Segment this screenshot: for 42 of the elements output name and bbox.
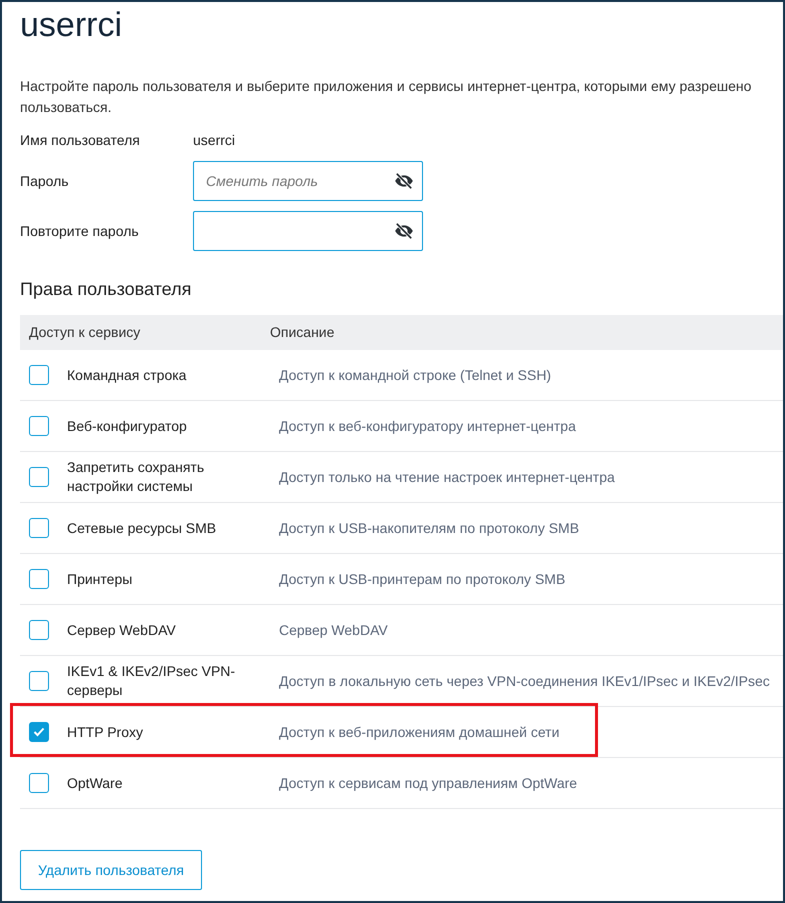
service-description: Доступ только на чтение настроек интернет-центра: [279, 468, 615, 487]
service-name: OptWare: [67, 774, 124, 792]
delete-user-button[interactable]: Удалить пользователя: [20, 850, 202, 890]
service-name: HTTP Proxy: [67, 722, 144, 742]
section-heading: Права пользователя: [20, 278, 192, 301]
service-name: Сетевые ресурсы SMB: [67, 518, 218, 538]
service-description: Доступ к сервисам под управлениям OptWare: [279, 774, 578, 793]
service-description: Сервер WebDAV: [279, 620, 388, 640]
checkbox[interactable]: [29, 671, 49, 691]
checkbox[interactable]: [29, 569, 49, 589]
password-field[interactable]: [193, 211, 423, 251]
field-label: Имя пользователя: [20, 130, 141, 150]
service-name: Запретить сохранять настройки системы: [67, 458, 206, 496]
service-name: Командная строка: [67, 366, 188, 384]
service-description: Доступ к веб-приложениям домашней сети: [279, 722, 560, 742]
intro-text: Настройте пароль пользователя и выберите приложения и сервисы интернет-центра, которыми ему разрешено пользоваться.: [20, 77, 752, 117]
service-description: Доступ к USB-принтерам по протоколу SMB: [279, 570, 566, 589]
checkbox[interactable]: [29, 365, 49, 385]
checkbox[interactable]: [29, 416, 49, 436]
service-name: IKEv1 & IKEv2/IPsec VPN-серверы: [67, 662, 236, 700]
checkbox[interactable]: [29, 467, 49, 487]
password-field[interactable]: Сменить пароль: [193, 161, 423, 201]
check-icon: [33, 727, 45, 737]
page-title: userrci: [20, 5, 124, 46]
hidden-eye-icon[interactable]: [394, 173, 414, 189]
checkbox[interactable]: [29, 722, 49, 742]
service-description: Доступ к веб-конфигуратору интернет-центра: [279, 416, 576, 436]
service-name: Принтеры: [67, 570, 134, 588]
checkbox[interactable]: [29, 773, 49, 793]
hidden-eye-icon[interactable]: [394, 223, 414, 239]
column-header: Описание: [270, 323, 334, 342]
service-name: Веб-конфигуратор: [67, 416, 188, 436]
username-value: userrci: [193, 130, 236, 150]
checkbox[interactable]: [29, 620, 49, 640]
checkbox[interactable]: [29, 518, 49, 538]
field-label: Пароль: [20, 172, 70, 191]
service-description: Доступ в локальную сеть через VPN-соединения IKEv1/IPsec и IKEv2/IPsec: [279, 672, 770, 691]
service-name: Сервер WebDAV: [67, 620, 177, 640]
service-description: Доступ к командной строке (Telnet и SSH): [279, 366, 552, 385]
service-description: Доступ к USB-накопителям по протоколу SMB: [279, 518, 580, 538]
column-header: Доступ к сервису: [28, 323, 142, 342]
field-label: Повторите пароль: [20, 222, 140, 241]
